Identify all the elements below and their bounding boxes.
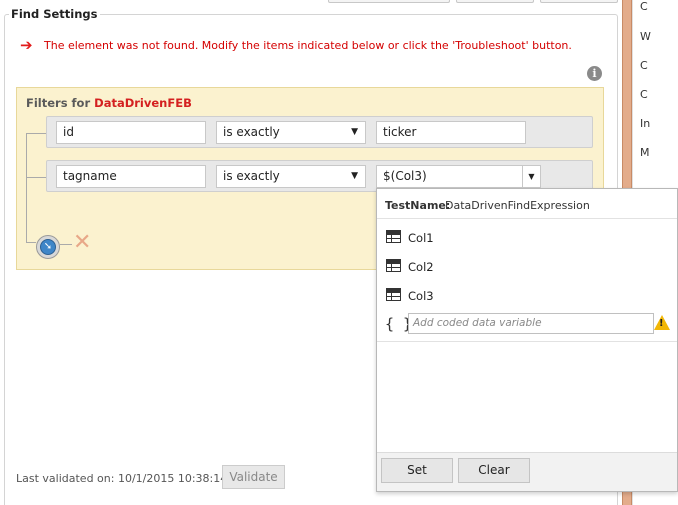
tree-line [26,242,36,243]
chevron-down-icon: ▼ [528,172,535,181]
validate-button[interactable]: Validate [222,465,285,489]
popup-divider [377,341,677,342]
column-option[interactable]: Col1 [408,231,434,245]
value-input[interactable]: ticker [376,121,526,144]
filters-title-prefix: Filters for [26,96,91,110]
operator-value: is exactly [223,125,280,139]
value-dropdown-button[interactable]: ▼ [522,165,541,188]
error-message: The element was not found. Modify the it… [44,39,572,52]
filters-element-name: DataDrivenFEB [94,96,192,110]
operator-select[interactable]: is exactly ▼ [216,165,366,188]
attribute-input[interactable]: tagname [56,165,206,188]
top-button-3[interactable] [540,0,618,3]
column-option[interactable]: Col3 [408,289,434,303]
clear-button[interactable]: Clear [458,458,530,483]
test-name-label: TestName: [385,199,451,212]
test-name-value: DataDrivenFindExpression [445,199,590,212]
column-option[interactable]: Col2 [408,260,434,274]
filters-title: Filters for DataDrivenFEB [26,96,192,110]
table-icon [386,259,401,272]
set-button[interactable]: Set [381,458,453,483]
add-filter-icon: ➘ [40,239,56,255]
operator-value: is exactly [223,169,280,183]
table-icon [386,288,401,301]
find-settings-title: Find Settings [9,7,100,21]
value-input[interactable]: $(Col3) [376,165,523,188]
close-icon[interactable]: ✕ [73,232,91,254]
top-button-1[interactable] [328,0,450,3]
chevron-down-icon: ▼ [351,127,358,137]
operator-select[interactable]: is exactly ▼ [216,121,366,144]
right-panel-item[interactable]: W [640,30,670,43]
right-panel-item[interactable]: C [640,0,670,13]
last-validated-text: Last validated on: 10/1/2015 10:38:14 AM [16,472,248,485]
tree-line [60,244,72,245]
right-panel-item[interactable]: M [640,146,670,159]
warning-mark: ! [659,318,664,329]
table-icon [386,230,401,243]
right-panel-item[interactable]: C [640,88,670,101]
info-icon[interactable]: i [587,66,602,81]
right-panel-item[interactable]: C [640,59,670,72]
arrow-right-icon: ➔ [20,36,33,54]
tree-line [26,133,46,134]
top-button-2[interactable] [456,0,534,3]
chevron-down-icon: ▼ [351,171,358,181]
tree-line [26,133,27,243]
tree-line [26,177,46,178]
coded-variable-input[interactable]: Add coded data variable [408,313,654,334]
right-panel-item[interactable]: In [640,117,670,130]
attribute-input[interactable]: id [56,121,206,144]
